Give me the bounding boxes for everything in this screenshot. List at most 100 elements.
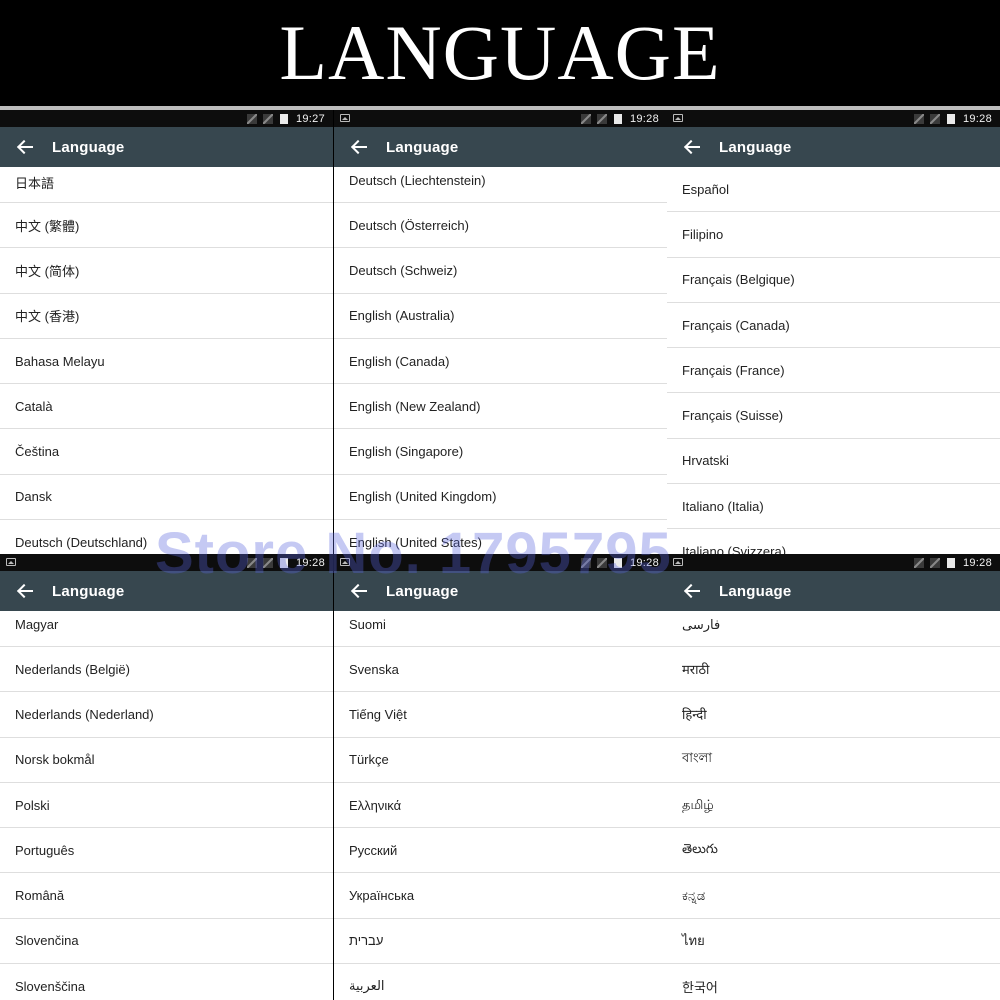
back-arrow-icon[interactable] xyxy=(0,571,52,611)
language-item[interactable]: Slovenčina xyxy=(0,919,333,965)
language-item[interactable]: Filipino xyxy=(667,212,1000,258)
status-bar: 19:28 xyxy=(0,554,333,571)
image-notification-icon xyxy=(340,114,350,122)
language-item[interactable]: Deutsch (Schweiz) xyxy=(334,248,667,294)
battery-icon xyxy=(946,113,955,124)
status-bar: 19:28 xyxy=(667,110,1000,127)
language-item[interactable]: Italiano (Italia) xyxy=(667,484,1000,530)
language-item[interactable]: Tiếng Việt xyxy=(334,692,667,738)
back-arrow-icon[interactable] xyxy=(667,127,719,167)
language-item[interactable]: English (New Zealand) xyxy=(334,384,667,430)
language-item[interactable]: 中文 (繁體) xyxy=(0,203,333,249)
language-list: 日本語 中文 (繁體) 中文 (简体) 中文 (香港) Bahasa Melay… xyxy=(0,167,333,554)
language-item[interactable]: Polski xyxy=(0,783,333,829)
language-item[interactable]: ಕನ್ನಡ xyxy=(667,873,1000,919)
language-item[interactable]: English (United States) xyxy=(334,520,667,554)
status-bar: 19:28 xyxy=(334,110,667,127)
language-item[interactable]: বাংলা xyxy=(667,738,1000,783)
language-item[interactable]: Čeština xyxy=(0,429,333,475)
app-bar: Language xyxy=(334,127,667,167)
app-bar: Language xyxy=(0,571,333,611)
app-bar-title: Language xyxy=(52,138,125,156)
app-bar-title: Language xyxy=(719,138,792,156)
language-list: Magyar Nederlands (België) Nederlands (N… xyxy=(0,611,333,1000)
language-item[interactable]: Deutsch (Deutschland) xyxy=(0,520,333,554)
language-item[interactable]: Français (France) xyxy=(667,348,1000,394)
status-bar: 19:28 xyxy=(334,554,667,571)
no-wifi-icon xyxy=(929,557,940,568)
app-bar-title: Language xyxy=(719,582,792,600)
language-item[interactable]: فارسی xyxy=(667,611,1000,647)
no-wifi-icon xyxy=(262,557,273,568)
language-item[interactable]: Русский xyxy=(334,828,667,874)
language-item[interactable]: עברית xyxy=(334,919,667,965)
language-item[interactable]: 中文 (简体) xyxy=(0,248,333,294)
image-notification-icon xyxy=(340,558,350,566)
language-item[interactable]: Nederlands (België) xyxy=(0,647,333,693)
language-item[interactable]: தமிழ் xyxy=(667,783,1000,829)
language-list: Deutsch (Liechtenstein) Deutsch (Österre… xyxy=(334,167,667,554)
language-item[interactable]: Norsk bokmål xyxy=(0,738,333,783)
language-item[interactable]: Français (Belgique) xyxy=(667,258,1000,303)
back-arrow-icon[interactable] xyxy=(334,127,386,167)
language-item[interactable]: English (Australia) xyxy=(334,294,667,339)
language-item[interactable]: English (Singapore) xyxy=(334,429,667,475)
language-item[interactable]: ไทย xyxy=(667,919,1000,965)
no-signal-icon xyxy=(580,113,591,124)
status-time: 19:28 xyxy=(629,112,659,125)
image-notification-icon xyxy=(673,558,683,566)
language-item[interactable]: हिन्दी xyxy=(667,692,1000,738)
back-arrow-icon[interactable] xyxy=(0,127,52,167)
language-item[interactable]: Deutsch (Österreich) xyxy=(334,203,667,249)
battery-icon xyxy=(946,557,955,568)
language-item[interactable]: Español xyxy=(667,167,1000,213)
language-item[interactable]: English (United Kingdom) xyxy=(334,475,667,521)
language-item[interactable]: Català xyxy=(0,384,333,430)
battery-icon xyxy=(613,113,622,124)
no-wifi-icon xyxy=(596,557,607,568)
language-item[interactable]: Svenska xyxy=(334,647,667,693)
language-item[interactable]: Suomi xyxy=(334,611,667,647)
language-item[interactable]: Nederlands (Nederland) xyxy=(0,692,333,738)
language-item[interactable]: Ελληνικά xyxy=(334,783,667,829)
language-item[interactable]: Português xyxy=(0,828,333,874)
language-item[interactable]: Bahasa Melayu xyxy=(0,339,333,385)
language-screen-6: 19:28 Language فارسی मराठी हिन्दी বাংলা … xyxy=(667,554,1000,1000)
no-signal-icon xyxy=(580,557,591,568)
status-time: 19:27 xyxy=(295,112,325,125)
language-screen-5: 19:28 Language Suomi Svenska Tiếng Việt … xyxy=(334,554,667,1000)
language-item[interactable]: 日本語 xyxy=(0,167,333,203)
language-item[interactable]: Türkçe xyxy=(334,738,667,783)
no-signal-icon xyxy=(246,113,257,124)
app-bar: Language xyxy=(667,127,1000,167)
no-wifi-icon xyxy=(929,113,940,124)
language-item[interactable]: Italiano (Svizzera) xyxy=(667,529,1000,554)
app-bar: Language xyxy=(334,571,667,611)
back-arrow-icon[interactable] xyxy=(667,571,719,611)
language-item[interactable]: Українська xyxy=(334,873,667,919)
language-item[interactable]: Deutsch (Liechtenstein) xyxy=(334,167,667,203)
language-item[interactable]: తెలుగు xyxy=(667,828,1000,874)
app-bar-title: Language xyxy=(386,582,459,600)
no-signal-icon xyxy=(246,557,257,568)
app-bar: Language xyxy=(0,127,333,167)
language-item[interactable]: Magyar xyxy=(0,611,333,647)
no-wifi-icon xyxy=(262,113,273,124)
language-item[interactable]: Français (Canada) xyxy=(667,303,1000,349)
language-item[interactable]: 한국어 xyxy=(667,964,1000,1000)
language-item[interactable]: Slovenščina xyxy=(0,964,333,1000)
language-item[interactable]: Français (Suisse) xyxy=(667,393,1000,439)
language-item[interactable]: العربية xyxy=(334,964,667,1000)
language-item[interactable]: 中文 (香港) xyxy=(0,294,333,339)
back-arrow-icon[interactable] xyxy=(334,571,386,611)
language-item[interactable]: Dansk xyxy=(0,475,333,521)
language-item[interactable]: Hrvatski xyxy=(667,439,1000,485)
language-screen-3: 19:28 Language Español Filipino Français… xyxy=(667,110,1000,554)
language-list: Suomi Svenska Tiếng Việt Türkçe Ελληνικά… xyxy=(334,611,667,1000)
language-item[interactable]: मराठी xyxy=(667,647,1000,693)
status-bar: 19:28 xyxy=(667,554,1000,571)
app-bar-title: Language xyxy=(386,138,459,156)
image-notification-icon xyxy=(6,558,16,566)
language-item[interactable]: Română xyxy=(0,873,333,919)
language-item[interactable]: English (Canada) xyxy=(334,339,667,385)
